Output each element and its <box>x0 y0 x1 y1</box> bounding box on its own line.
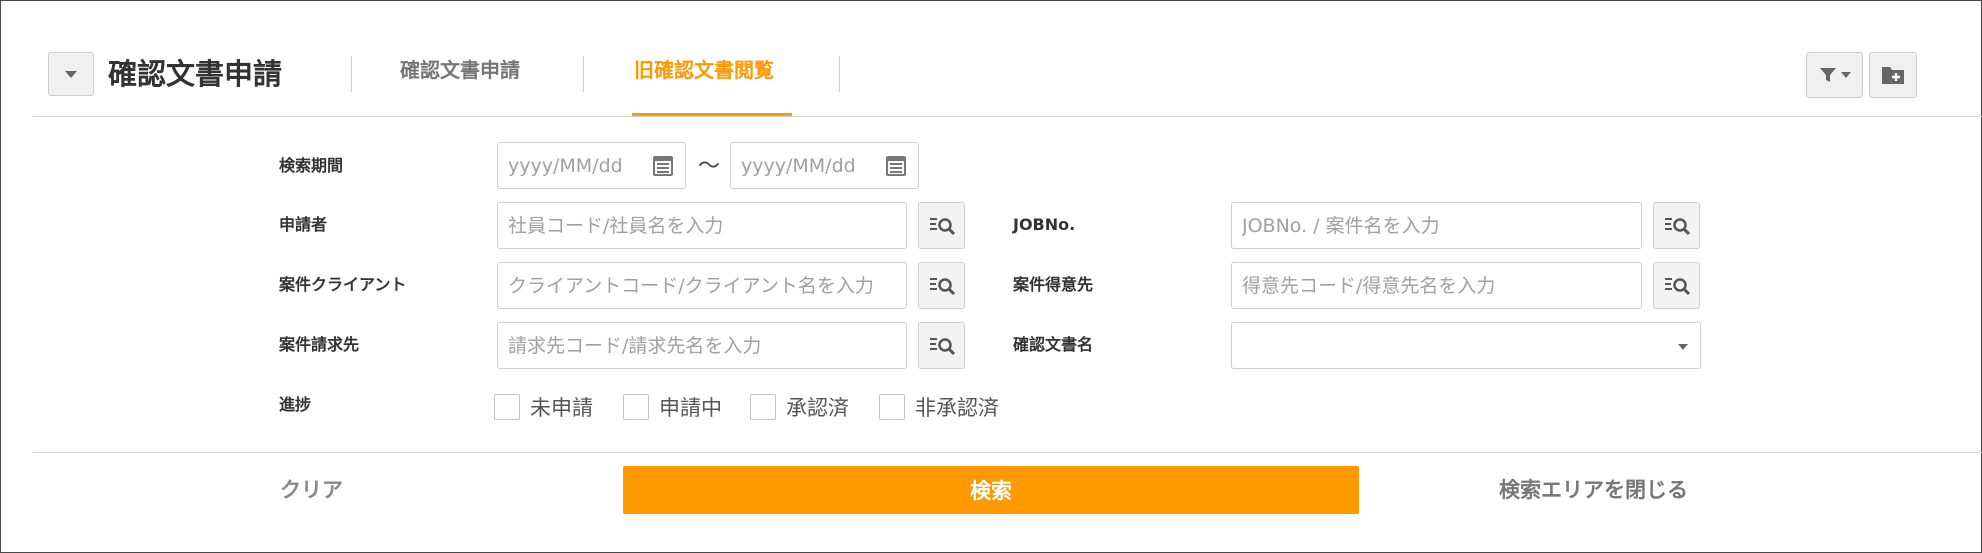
clear-button[interactable]: クリア <box>280 474 343 504</box>
applicant-label: 申請者 <box>279 215 328 234</box>
applicant-input[interactable] <box>508 214 896 237</box>
filter-button[interactable] <box>1806 52 1863 98</box>
footer-divider-line <box>33 452 1982 453</box>
checkbox[interactable] <box>494 394 520 420</box>
job-no-field[interactable] <box>1231 202 1642 249</box>
add-folder-button[interactable] <box>1869 52 1917 98</box>
billing-input[interactable] <box>508 334 896 357</box>
checkbox[interactable] <box>623 394 649 420</box>
chevron-down-icon <box>65 70 77 78</box>
list-search-icon <box>930 278 956 296</box>
period-from-input[interactable] <box>508 154 645 177</box>
period-to-input[interactable] <box>741 154 878 177</box>
list-search-icon <box>1665 218 1691 236</box>
customer-input[interactable] <box>1242 274 1631 297</box>
doc-name-select[interactable] <box>1231 322 1701 369</box>
filter-icon <box>1819 68 1836 82</box>
chevron-down-icon <box>1840 72 1851 78</box>
client-input[interactable] <box>508 274 896 297</box>
checkbox[interactable] <box>750 394 776 420</box>
chevron-down-icon <box>1678 344 1688 350</box>
progress-label: 進捗 <box>279 395 312 414</box>
tab-application[interactable]: 確認文書申請 <box>400 52 520 96</box>
customer-label: 案件得意先 <box>1013 275 1094 294</box>
collapse-toggle-button[interactable] <box>48 52 94 96</box>
period-from-field[interactable] <box>497 142 686 189</box>
period-separator: 〜 <box>698 154 721 179</box>
checkbox-label: 非承認済 <box>915 396 999 420</box>
customer-field[interactable] <box>1231 262 1642 309</box>
header-divider <box>839 56 840 92</box>
calendar-icon[interactable] <box>886 156 906 176</box>
close-search-area-button[interactable]: 検索エリアを閉じる <box>1499 474 1688 504</box>
billing-field[interactable] <box>497 322 907 369</box>
checkbox-label: 未申請 <box>530 396 593 420</box>
period-label: 検索期間 <box>279 156 344 175</box>
tab-old-documents[interactable]: 旧確認文書閲覧 <box>634 52 774 96</box>
search-button[interactable]: 検索 <box>623 466 1359 514</box>
calendar-icon[interactable] <box>653 156 673 176</box>
customer-lookup-button[interactable] <box>1653 262 1700 309</box>
progress-option-approved[interactable]: 承認済 <box>750 394 849 420</box>
billing-lookup-button[interactable] <box>918 322 965 369</box>
client-field[interactable] <box>497 262 907 309</box>
progress-option-applying[interactable]: 申請中 <box>623 394 722 420</box>
job-no-input[interactable] <box>1242 214 1631 237</box>
header-divider-line <box>33 116 1982 117</box>
header-divider <box>351 56 352 92</box>
header-divider <box>583 56 584 92</box>
client-label: 案件クライアント <box>279 275 407 294</box>
progress-option-unapplied[interactable]: 未申請 <box>494 394 593 420</box>
job-no-lookup-button[interactable] <box>1653 202 1700 249</box>
period-to-field[interactable] <box>730 142 919 189</box>
list-search-icon <box>930 338 956 356</box>
list-search-icon <box>1665 278 1691 296</box>
checkbox-label: 承認済 <box>786 396 849 420</box>
checkbox[interactable] <box>879 394 905 420</box>
page-title: 確認文書申請 <box>108 57 283 91</box>
doc-name-label: 確認文書名 <box>1013 335 1094 354</box>
progress-option-rejected[interactable]: 非承認済 <box>879 394 999 420</box>
applicant-field[interactable] <box>497 202 907 249</box>
checkbox-label: 申請中 <box>659 396 722 420</box>
applicant-lookup-button[interactable] <box>918 202 965 249</box>
client-lookup-button[interactable] <box>918 262 965 309</box>
billing-label: 案件請求先 <box>279 335 360 354</box>
list-search-icon <box>930 218 956 236</box>
folder-plus-icon <box>1882 67 1904 84</box>
job-no-label: JOBNo. <box>1013 215 1076 234</box>
